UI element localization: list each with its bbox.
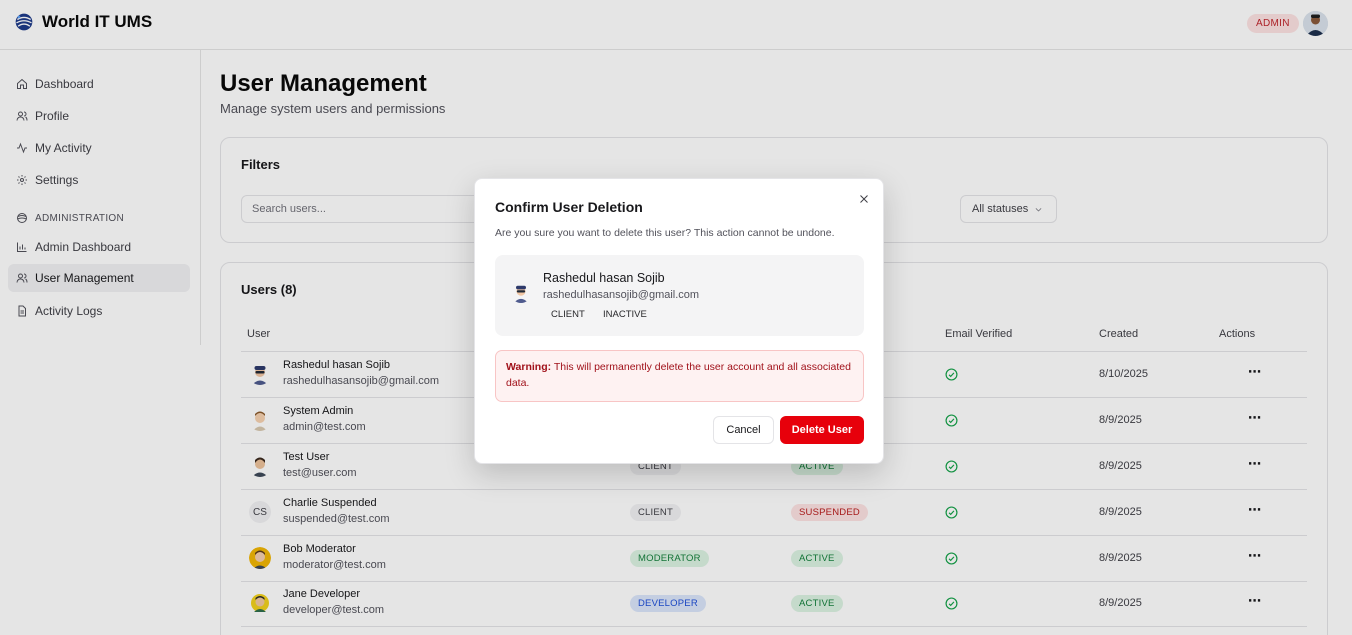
app-root: World IT UMS ADMIN Dashboard Profile My … [0, 0, 1352, 635]
dialog-title: Confirm User Deletion [495, 199, 643, 215]
dialog-description: Are you sure you want to delete this use… [495, 227, 835, 239]
delete-user-button[interactable]: Delete User [780, 416, 864, 444]
warning-box: Warning: This will permanently delete th… [495, 350, 864, 402]
role-pill: CLIENT [551, 309, 585, 320]
user-summary-card: Rashedul hasan Sojib rashedulhasansojib@… [495, 255, 864, 336]
warning-text: This will permanently delete the user ac… [506, 361, 851, 389]
cancel-button[interactable]: Cancel [713, 416, 774, 444]
warning-label: Warning: [506, 361, 552, 373]
close-icon [860, 195, 868, 203]
status-pill: INACTIVE [603, 309, 647, 320]
confirm-delete-dialog: Confirm User Deletion Are you sure you w… [474, 178, 884, 464]
close-button[interactable] [858, 192, 870, 204]
avatar [511, 283, 531, 303]
cartoon-avatar-icon [513, 285, 529, 303]
user-name: Rashedul hasan Sojib [543, 271, 665, 285]
user-email: rashedulhasansojib@gmail.com [543, 289, 700, 301]
